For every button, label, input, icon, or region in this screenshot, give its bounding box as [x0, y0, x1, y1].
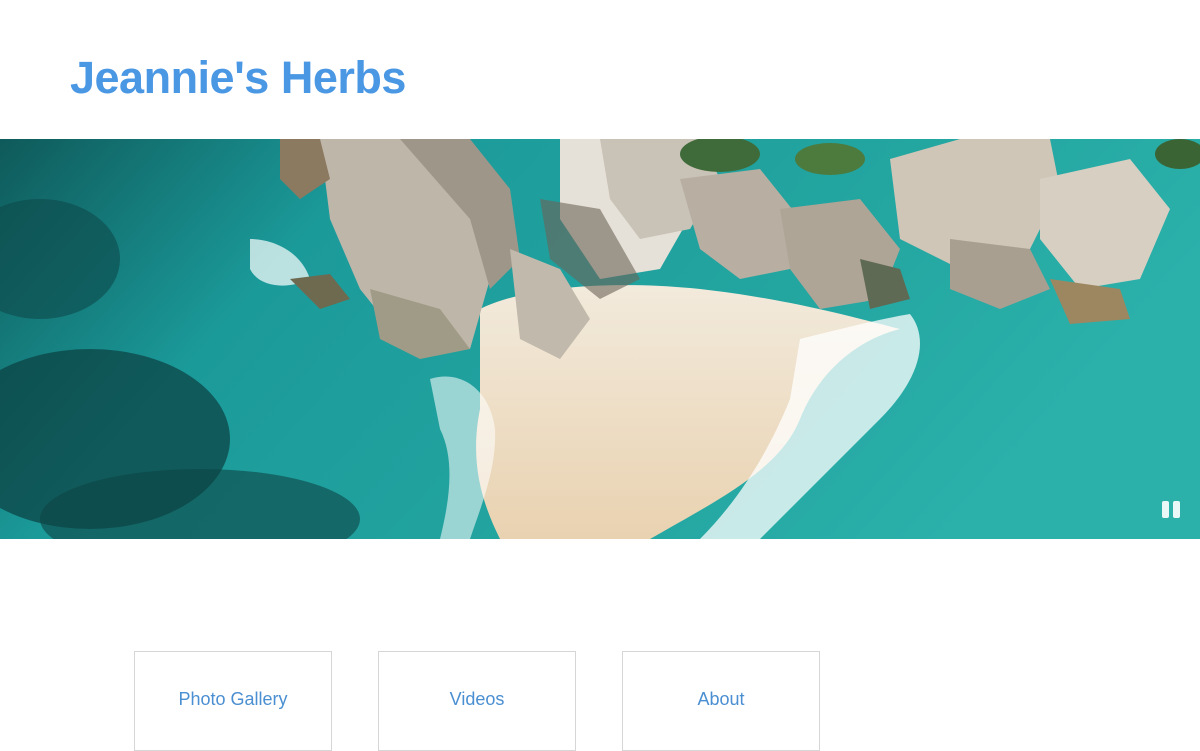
hero-video-frame: [0, 139, 1200, 539]
nav-photo-gallery[interactable]: Photo Gallery: [134, 651, 332, 751]
pause-icon-bar-right: [1173, 500, 1180, 518]
pause-button[interactable]: [1161, 500, 1181, 518]
site-header: Jeannie's Herbs: [0, 0, 1200, 139]
pause-icon-bar-left: [1162, 500, 1169, 518]
nav-about[interactable]: About: [622, 651, 820, 751]
site-title[interactable]: Jeannie's Herbs: [70, 50, 406, 106]
nav-about-label: About: [697, 689, 745, 709]
hero-video[interactable]: [0, 139, 1200, 539]
nav-videos-label: Videos: [449, 689, 505, 709]
nav-videos[interactable]: Videos: [378, 651, 576, 751]
nav-photo-gallery-label: Photo Gallery: [178, 689, 288, 709]
main-nav: Photo Gallery Videos About: [0, 651, 1200, 751]
